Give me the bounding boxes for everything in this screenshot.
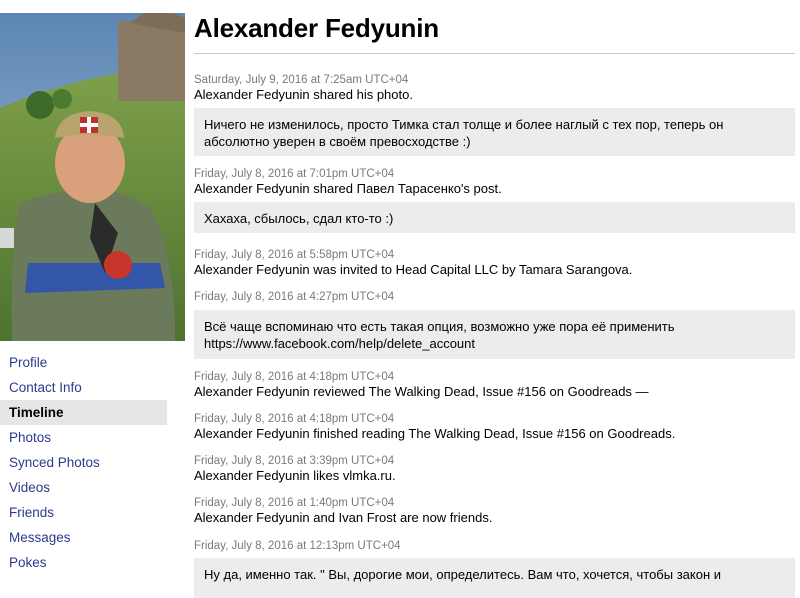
timeline-entry: Friday, July 8, 2016 at 5:58pm UTC+04 Al… <box>194 248 795 278</box>
sidebar-item-photos[interactable]: Photos <box>0 425 167 450</box>
sidebar-item-contact-info[interactable]: Contact Info <box>0 375 167 400</box>
timeline-main: Alexander Fedyunin Saturday, July 9, 201… <box>194 0 795 598</box>
sidebar: Profile Contact Info Timeline Photos Syn… <box>0 0 185 578</box>
timeline-entry: Friday, July 8, 2016 at 7:01pm UTC+04 Al… <box>194 167 795 233</box>
page-title: Alexander Fedyunin <box>194 13 439 43</box>
entry-summary: Alexander Fedyunin was invited to Head C… <box>194 262 633 277</box>
sidebar-item-pokes[interactable]: Pokes <box>0 550 167 575</box>
entry-timestamp: Friday, July 8, 2016 at 12:13pm UTC+04 <box>194 540 401 552</box>
sidebar-item-profile[interactable]: Profile <box>0 350 167 375</box>
sidebar-item-messages[interactable]: Messages <box>0 525 167 550</box>
timeline-entry: Saturday, July 9, 2016 at 7:25am UTC+04 … <box>194 73 795 156</box>
entry-timestamp: Friday, July 8, 2016 at 1:40pm UTC+04 <box>194 497 395 509</box>
entry-comment: Всё чаще вспоминаю что есть такая опция,… <box>194 310 795 359</box>
sidebar-item-friends[interactable]: Friends <box>0 500 167 525</box>
sidebar-item-timeline[interactable]: Timeline <box>0 400 167 425</box>
entry-summary: Alexander Fedyunin likes vlmka.ru. <box>194 468 396 483</box>
entry-comment: Ничего не изменилось, просто Тимка стал … <box>194 108 795 156</box>
entry-comment: Хахаха, сбылось, сдал кто-то :) <box>194 202 795 233</box>
entry-summary: Alexander Fedyunin shared Павел Тарасенк… <box>194 181 502 196</box>
entry-timestamp: Saturday, July 9, 2016 at 7:25am UTC+04 <box>194 74 409 86</box>
entry-timestamp: Friday, July 8, 2016 at 4:18pm UTC+04 <box>194 371 395 383</box>
profile-photo[interactable] <box>0 13 185 341</box>
profile-photo-image <box>0 13 185 341</box>
entry-summary: Alexander Fedyunin finished reading The … <box>194 426 676 441</box>
title-divider <box>194 53 795 54</box>
entry-timestamp: Friday, July 8, 2016 at 5:58pm UTC+04 <box>194 249 395 261</box>
timeline-entry: Friday, July 8, 2016 at 12:13pm UTC+04 Н… <box>194 539 795 598</box>
sidebar-item-synced-photos[interactable]: Synced Photos <box>0 450 167 475</box>
entry-timestamp: Friday, July 8, 2016 at 4:18pm UTC+04 <box>194 413 395 425</box>
entry-summary: Alexander Fedyunin and Ivan Frost are no… <box>194 510 493 525</box>
entry-timestamp: Friday, July 8, 2016 at 3:39pm UTC+04 <box>194 455 395 467</box>
timeline-entry: Friday, July 8, 2016 at 4:18pm UTC+04 Al… <box>194 412 795 442</box>
sidebar-item-videos[interactable]: Videos <box>0 475 167 500</box>
entry-timestamp: Friday, July 8, 2016 at 4:27pm UTC+04 <box>194 291 395 303</box>
timeline-entry: Friday, July 8, 2016 at 4:27pm UTC+04 Вс… <box>194 290 795 359</box>
sidebar-nav: Profile Contact Info Timeline Photos Syn… <box>0 350 167 575</box>
timeline-entry: Friday, July 8, 2016 at 4:18pm UTC+04 Al… <box>194 370 795 400</box>
entry-comment: Ну да, именно так. " Вы, дорогие мои, оп… <box>194 558 795 598</box>
entry-summary: Alexander Fedyunin shared his photo. <box>194 87 413 102</box>
entry-timestamp: Friday, July 8, 2016 at 7:01pm UTC+04 <box>194 168 395 180</box>
timeline-entry: Friday, July 8, 2016 at 3:39pm UTC+04 Al… <box>194 454 795 484</box>
timeline-entry: Friday, July 8, 2016 at 1:40pm UTC+04 Al… <box>194 496 795 526</box>
entry-summary: Alexander Fedyunin reviewed The Walking … <box>194 384 649 399</box>
